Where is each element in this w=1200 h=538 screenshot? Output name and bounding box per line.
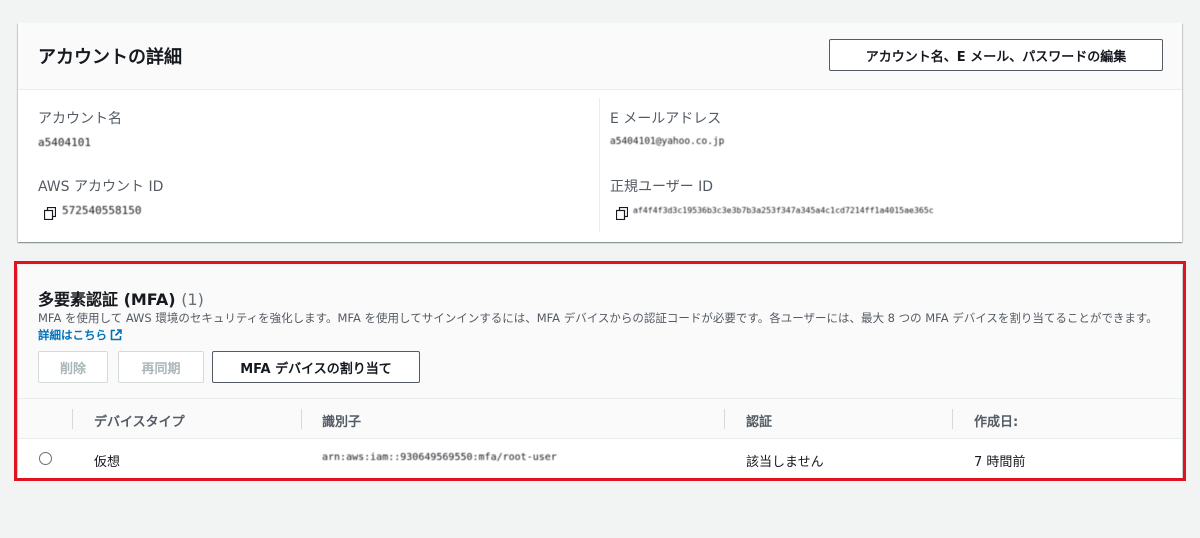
copy-icon[interactable] — [43, 205, 57, 221]
account-details-panel: アカウントの詳細 アカウント名、E メール、パスワードの編集 アカウント名 a5… — [18, 23, 1182, 242]
account-id-value: 572540558150 — [62, 204, 142, 217]
email-value: a5404101@yahoo.co.jp — [610, 136, 725, 147]
identifier-cell: arn:aws:iam::930649569550:mfa/root-user — [322, 452, 557, 463]
mfa-table-header: デバイスタイプ 識別子 認証 作成日: — [18, 399, 1182, 439]
resync-button[interactable]: 再同期 — [118, 351, 204, 383]
mfa-count: (1) — [181, 290, 204, 309]
mfa-header: 多要素認証 (MFA) (1) MFA を使用して AWS 環境のセキュリティを… — [18, 266, 1182, 399]
mfa-description: MFA を使用して AWS 環境のセキュリティを強化します。MFA を使用してサ… — [38, 310, 1158, 346]
column-divider — [952, 409, 953, 429]
mfa-description-text: MFA を使用して AWS 環境のセキュリティを強化します。MFA を使用してサ… — [38, 311, 1158, 325]
external-link-icon — [110, 329, 122, 346]
edit-account-button[interactable]: アカウント名、E メール、パスワードの編集 — [829, 39, 1163, 71]
column-header-device-type[interactable]: デバイスタイプ — [94, 411, 185, 430]
row-select-radio[interactable] — [39, 452, 52, 465]
email-label: E メールアドレス — [610, 111, 722, 127]
canonical-id-value: af4f4f3d3c19536b3c3e3b7b3a253f347a345a4c… — [633, 205, 934, 215]
column-header-created[interactable]: 作成日: — [974, 411, 1018, 430]
account-id-label: AWS アカウント ID — [38, 179, 164, 195]
learn-more-link[interactable]: 詳細はこちら — [38, 328, 122, 342]
assign-mfa-device-button[interactable]: MFA デバイスの割り当て — [212, 351, 420, 383]
device-type-cell: 仮想 — [94, 455, 121, 470]
certification-cell: 該当しません — [746, 455, 824, 470]
column-header-certification[interactable]: 認証 — [746, 411, 772, 430]
account-details-header: アカウントの詳細 アカウント名、E メール、パスワードの編集 — [18, 23, 1182, 90]
account-details-grid: アカウント名 a5404101 AWS アカウント ID 57254055815… — [18, 90, 1182, 241]
column-header-identifier[interactable]: 識別子 — [322, 411, 361, 430]
column-divider — [301, 409, 302, 429]
canonical-id-label: 正規ユーザー ID — [610, 179, 714, 195]
column-divider — [724, 409, 725, 429]
account-name-label: アカウント名 — [38, 111, 122, 127]
account-name-value: a5404101 — [38, 136, 91, 149]
copy-icon[interactable] — [615, 205, 629, 221]
table-row[interactable]: 仮想 arn:aws:iam::930649569550:mfa/root-us… — [18, 439, 1182, 477]
learn-more-text: 詳細はこちら — [38, 328, 107, 342]
mfa-title: 多要素認証 (MFA) (1) — [38, 286, 204, 310]
created-cell: 7 時間前 — [974, 455, 1026, 470]
mfa-panel: 多要素認証 (MFA) (1) MFA を使用して AWS 環境のセキュリティを… — [18, 266, 1182, 478]
account-details-title: アカウントの詳細 — [38, 47, 182, 68]
delete-button[interactable]: 削除 — [38, 351, 108, 383]
mfa-title-text: 多要素認証 (MFA) — [38, 290, 176, 309]
column-divider — [599, 98, 600, 232]
column-divider — [72, 409, 73, 429]
